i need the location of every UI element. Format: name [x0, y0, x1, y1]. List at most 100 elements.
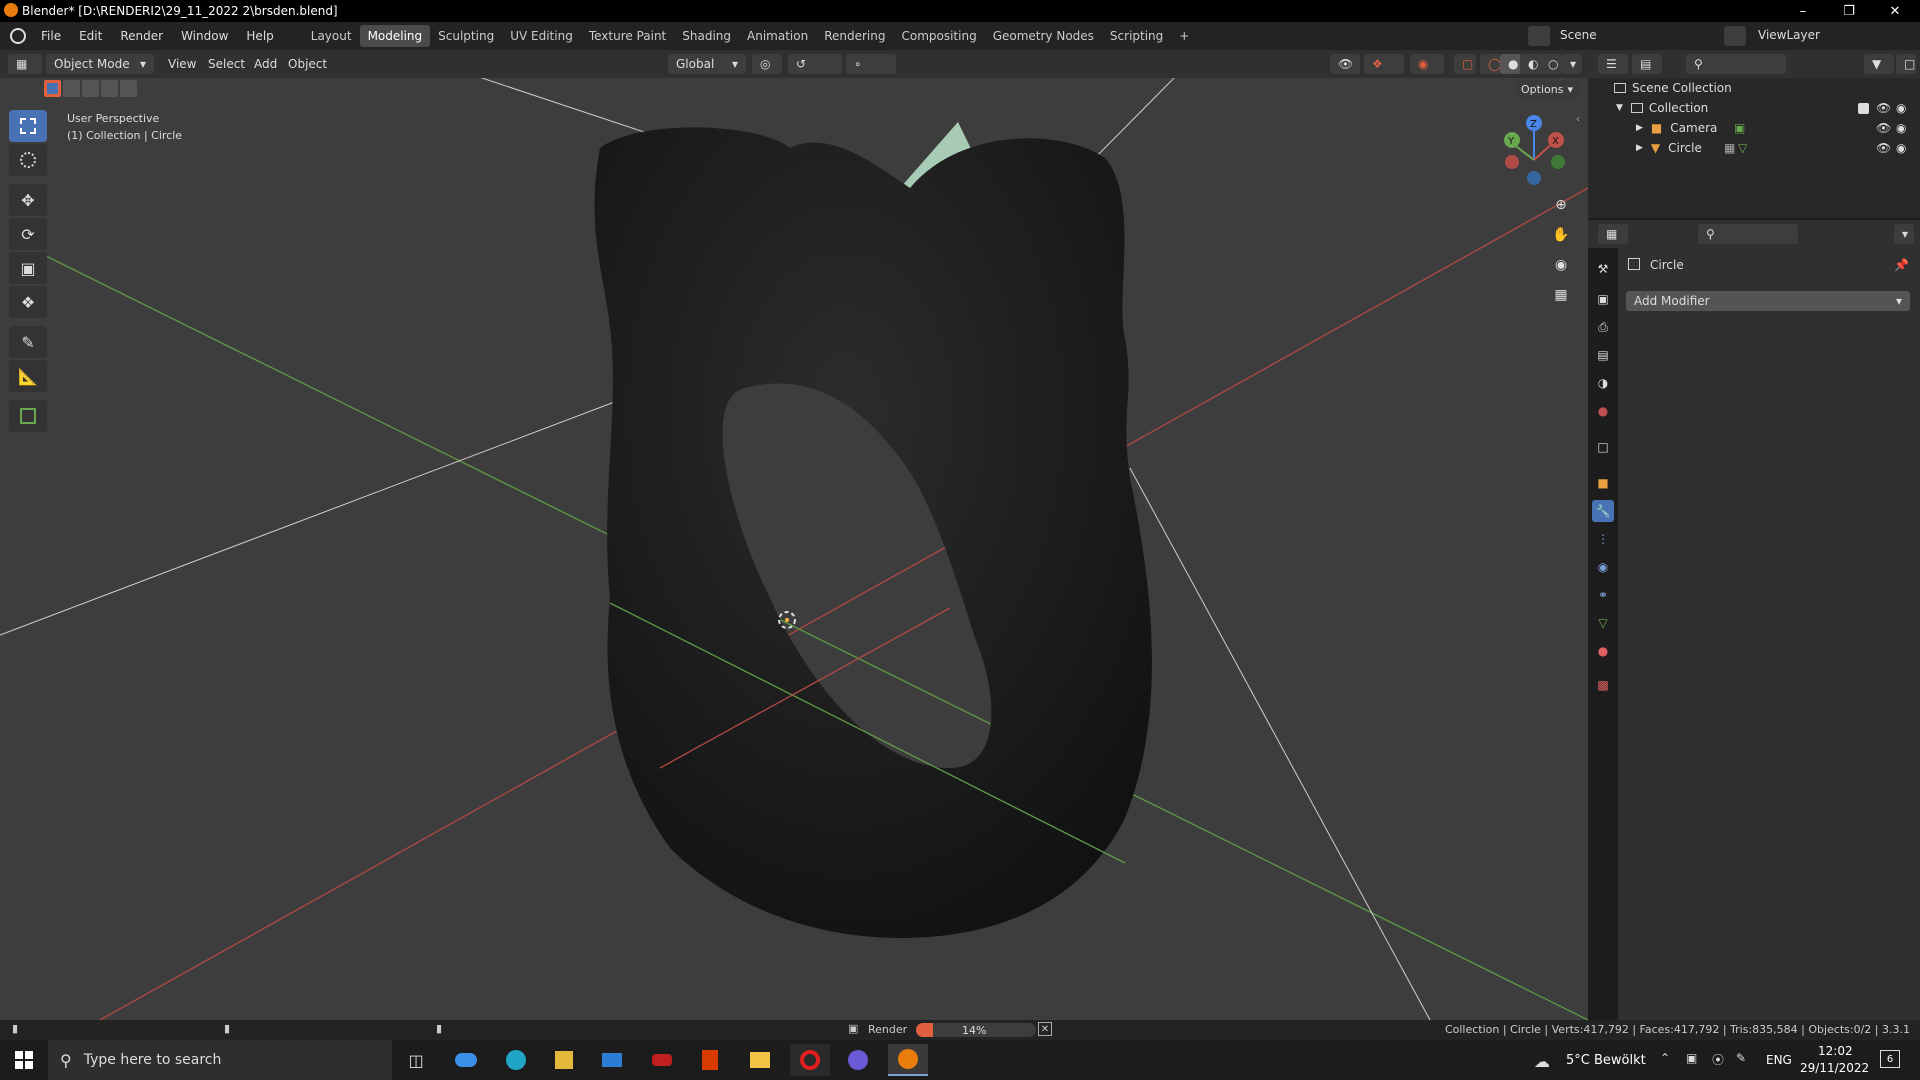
- clock-time[interactable]: 12:02: [1818, 1044, 1853, 1058]
- menu-select[interactable]: Select: [208, 57, 245, 71]
- app-red-icon[interactable]: [642, 1044, 682, 1076]
- file-explorer-icon[interactable]: [740, 1044, 780, 1076]
- outliner-row-scene-collection[interactable]: Scene Collection: [1588, 78, 1920, 98]
- store-icon[interactable]: [544, 1044, 584, 1076]
- office-icon[interactable]: [690, 1044, 730, 1076]
- gizmo-neg-y-handle[interactable]: [1551, 155, 1565, 169]
- blender-taskbar-icon[interactable]: [888, 1044, 928, 1076]
- tool-rotate[interactable]: ⟳: [9, 218, 47, 250]
- checkbox-icon[interactable]: [1858, 102, 1869, 114]
- add-modifier-dropdown[interactable]: Add Modifier ▾: [1626, 291, 1910, 311]
- tab-uv-editing[interactable]: UV Editing: [502, 25, 581, 47]
- properties-editor-type[interactable]: ▦: [1598, 224, 1628, 244]
- menu-render[interactable]: Render: [111, 29, 172, 43]
- particles-tab-icon[interactable]: ⋮: [1592, 528, 1614, 550]
- tab-rendering[interactable]: Rendering: [816, 25, 893, 47]
- visibility-dropdown[interactable]: 👁: [1330, 54, 1360, 74]
- restore-button[interactable]: ❐: [1826, 0, 1872, 22]
- onedrive-icon[interactable]: [446, 1044, 486, 1076]
- texture-tab-icon[interactable]: ▩: [1592, 674, 1614, 696]
- outliner-row-circle[interactable]: ▶ ▼ Circle ▦ ▽ 👁 ◉: [1588, 138, 1920, 158]
- tab-compositing[interactable]: Compositing: [893, 25, 984, 47]
- world-tab-icon[interactable]: ●: [1592, 400, 1614, 422]
- pan-hand-icon[interactable]: ✋: [1548, 222, 1574, 248]
- menu-edit[interactable]: Edit: [70, 29, 111, 43]
- constraints-tab-icon[interactable]: ⚭: [1592, 584, 1614, 606]
- overlay-toggle[interactable]: ◉: [1410, 54, 1444, 74]
- viewlayer-name[interactable]: ViewLayer: [1758, 28, 1820, 42]
- tool-add-cube[interactable]: [9, 400, 47, 432]
- shading-options-dropdown[interactable]: ▾: [1562, 54, 1582, 74]
- wifi-icon[interactable]: ⦿: [1712, 1051, 1724, 1068]
- output-tab-icon[interactable]: ⎙: [1592, 316, 1614, 338]
- proportional-edit-toggle[interactable]: ∘: [846, 54, 896, 74]
- clock-date[interactable]: 29/11/2022: [1800, 1061, 1869, 1075]
- tool-tab-icon[interactable]: ⚒: [1592, 258, 1614, 280]
- select-invert-icon[interactable]: [101, 80, 118, 97]
- blender-menu-icon[interactable]: [10, 28, 26, 44]
- camera-render-icon[interactable]: ◉: [1896, 121, 1906, 135]
- scene-name[interactable]: Scene: [1560, 28, 1597, 42]
- eye-icon[interactable]: 👁: [1876, 101, 1891, 115]
- minimize-button[interactable]: –: [1780, 0, 1826, 22]
- select-new-icon[interactable]: [44, 80, 61, 97]
- outliner-editor-type[interactable]: ☰: [1598, 54, 1628, 74]
- mode-dropdown[interactable]: Object Mode ▾: [46, 54, 154, 74]
- menu-view[interactable]: View: [168, 57, 196, 71]
- add-workspace-button[interactable]: +: [1171, 25, 1197, 47]
- snap-toggle[interactable]: ↺: [788, 54, 842, 74]
- edge-icon[interactable]: [496, 1044, 536, 1076]
- chevron-right-icon[interactable]: ▶: [1636, 143, 1643, 153]
- collection-tab-icon[interactable]: □: [1592, 436, 1614, 458]
- tool-measure[interactable]: 📐: [9, 360, 47, 392]
- mail-icon[interactable]: [592, 1044, 632, 1076]
- tab-scripting[interactable]: Scripting: [1102, 25, 1171, 47]
- sidebar-toggle-icon[interactable]: ‹: [1576, 114, 1580, 125]
- tab-sculpting[interactable]: Sculpting: [430, 25, 502, 47]
- scene-tab-icon[interactable]: ◑: [1592, 372, 1614, 394]
- opera-icon[interactable]: [790, 1044, 830, 1076]
- viewport-options-button[interactable]: Options ▾: [1516, 80, 1578, 98]
- chevron-right-icon[interactable]: ▶: [1636, 123, 1643, 133]
- menu-add[interactable]: Add: [254, 57, 277, 71]
- messenger-icon[interactable]: [838, 1044, 878, 1076]
- outliner-new-collection[interactable]: □: [1896, 54, 1916, 74]
- navigation-gizmo[interactable]: Z Y X: [1504, 115, 1565, 185]
- notification-center-icon[interactable]: 6: [1880, 1050, 1900, 1068]
- camera-render-icon[interactable]: ◉: [1896, 101, 1906, 115]
- modifier-tab-icon[interactable]: 🔧: [1592, 500, 1614, 522]
- xray-toggle[interactable]: ▢: [1454, 54, 1476, 74]
- tray-chevron-icon[interactable]: ⌃: [1660, 1051, 1670, 1065]
- weather-icon[interactable]: ☁: [1534, 1052, 1550, 1071]
- tray-device-icon[interactable]: ▣: [1686, 1051, 1697, 1065]
- menu-object[interactable]: Object: [288, 57, 327, 71]
- tab-geometry-nodes[interactable]: Geometry Nodes: [985, 25, 1102, 47]
- tab-shading[interactable]: Shading: [674, 25, 739, 47]
- orientation-dropdown[interactable]: Global ▾: [668, 54, 746, 74]
- close-button[interactable]: ✕: [1872, 0, 1918, 22]
- scene-selector-icon[interactable]: [1528, 26, 1550, 46]
- menu-window[interactable]: Window: [172, 29, 237, 43]
- task-view-icon[interactable]: ◫: [396, 1044, 436, 1076]
- data-tab-icon[interactable]: ▽: [1592, 612, 1614, 634]
- camera-render-icon[interactable]: ◉: [1896, 141, 1906, 155]
- outliner-row-collection[interactable]: ▼ Collection 👁 ◉: [1588, 98, 1920, 118]
- windows-start-icon[interactable]: [4, 1044, 44, 1076]
- tool-move[interactable]: ✥: [9, 184, 47, 216]
- outliner-display-mode[interactable]: ▤: [1632, 54, 1662, 74]
- editor-type-button[interactable]: ▦: [8, 54, 42, 74]
- camera-view-icon[interactable]: ◉: [1548, 252, 1574, 278]
- pin-icon[interactable]: 📌: [1894, 258, 1909, 272]
- tab-texture-paint[interactable]: Texture Paint: [581, 25, 674, 47]
- properties-search-field[interactable]: ⚲: [1698, 224, 1798, 244]
- zoom-icon[interactable]: ⊕: [1548, 192, 1574, 218]
- taskbar-search-field[interactable]: ⚲ Type here to search: [48, 1040, 392, 1080]
- eye-icon[interactable]: 👁: [1876, 141, 1891, 155]
- shading-wireframe-button[interactable]: ◯: [1480, 54, 1502, 74]
- 3d-viewport[interactable]: Z Y X Options ▾ User Perspective (1) Coll…: [0, 78, 1588, 1020]
- shading-material-button[interactable]: ◐: [1520, 54, 1542, 74]
- outliner-search-field[interactable]: ⚲: [1686, 54, 1786, 74]
- pen-icon[interactable]: ✎: [1736, 1051, 1746, 1065]
- tool-scale[interactable]: ▣: [9, 252, 47, 284]
- cancel-render-button[interactable]: ✕: [1038, 1022, 1052, 1036]
